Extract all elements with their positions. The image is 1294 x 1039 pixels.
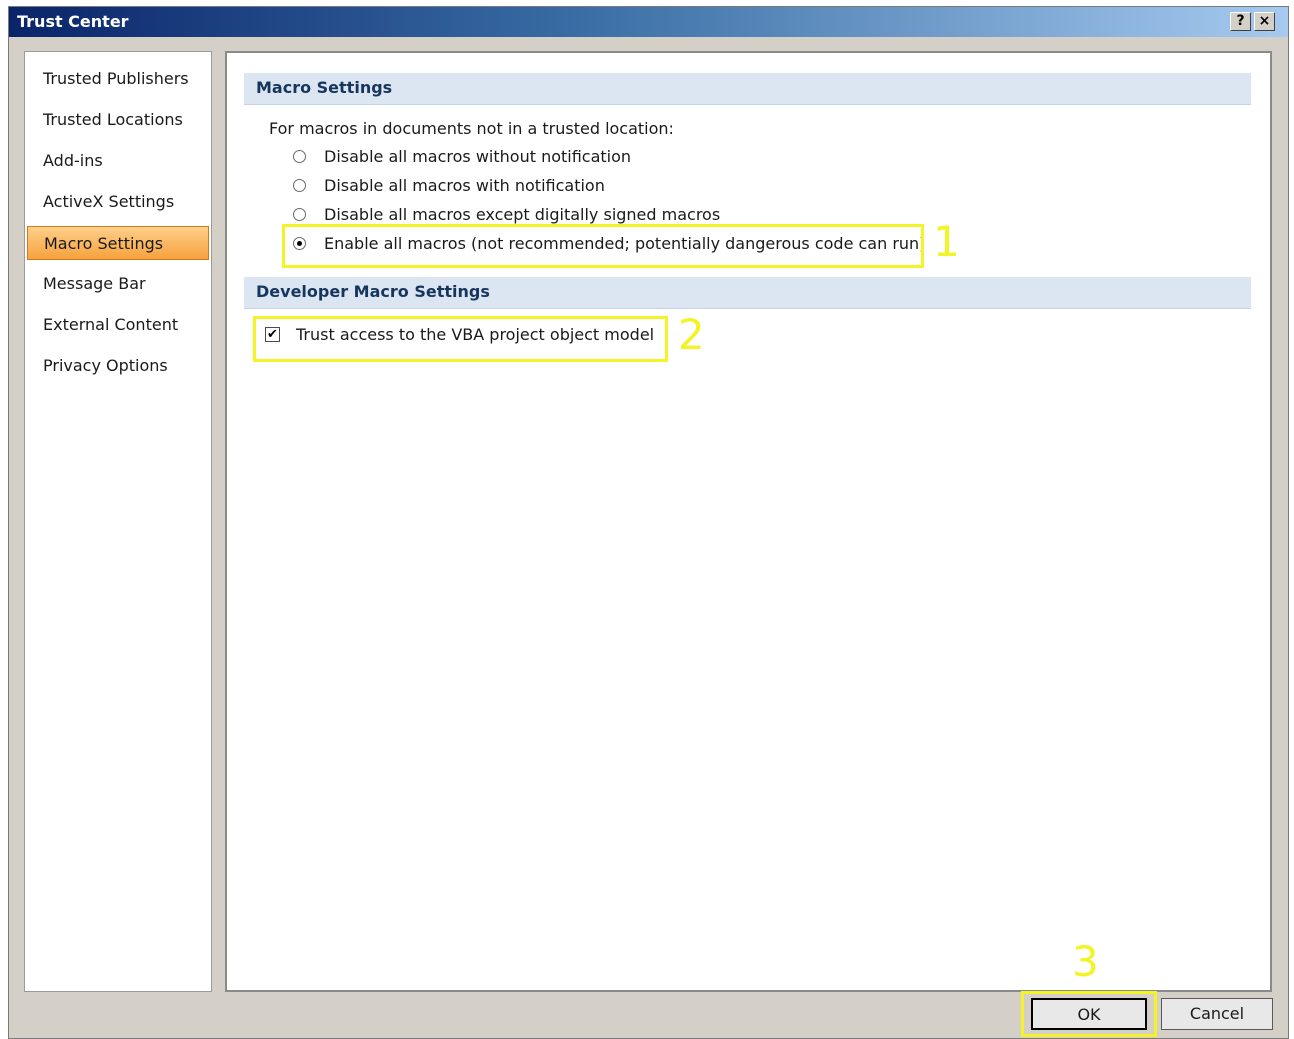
sidebar-item-macro-settings[interactable]: Macro Settings: [27, 226, 209, 260]
trust-center-dialog: Trust Center ? × Trusted Publishers Trus…: [8, 6, 1289, 1039]
radio-button[interactable]: [293, 179, 306, 192]
step-2-label: 2: [678, 310, 705, 359]
title-bar[interactable]: Trust Center ? ×: [9, 7, 1288, 37]
sidebar-item-privacy-options[interactable]: Privacy Options: [27, 349, 209, 383]
radio-button[interactable]: [293, 208, 306, 221]
radio-button[interactable]: [293, 150, 306, 163]
sidebar-nav: Trusted Publishers Trusted Locations Add…: [24, 51, 212, 992]
step-1-label: 1: [933, 217, 960, 266]
dialog-title: Trust Center: [17, 12, 129, 31]
developer-macro-settings-header: Developer Macro Settings: [244, 277, 1251, 309]
help-button[interactable]: ?: [1230, 12, 1251, 31]
sidebar-item-trusted-publishers[interactable]: Trusted Publishers: [27, 62, 209, 96]
ok-button[interactable]: OK: [1031, 998, 1147, 1030]
highlight-box-step-1: [282, 224, 924, 268]
sidebar-item-trusted-locations[interactable]: Trusted Locations: [27, 103, 209, 137]
cancel-button[interactable]: Cancel: [1161, 998, 1273, 1030]
step-3-label: 3: [1072, 937, 1099, 986]
settings-panel: Macro Settings For macros in documents n…: [225, 51, 1272, 992]
sidebar-item-external-content[interactable]: External Content: [27, 308, 209, 342]
highlight-box-step-2: [253, 316, 668, 362]
sidebar-item-add-ins[interactable]: Add-ins: [27, 144, 209, 178]
radio-label: Disable all macros without notification: [324, 147, 632, 166]
close-button[interactable]: ×: [1254, 12, 1275, 31]
sidebar-item-message-bar[interactable]: Message Bar: [27, 267, 209, 301]
macro-settings-header: Macro Settings: [244, 73, 1251, 105]
macro-settings-intro: For macros in documents not in a trusted…: [269, 119, 674, 138]
sidebar-item-activex-settings[interactable]: ActiveX Settings: [27, 185, 209, 219]
radio-label: Disable all macros with notification: [324, 176, 605, 195]
